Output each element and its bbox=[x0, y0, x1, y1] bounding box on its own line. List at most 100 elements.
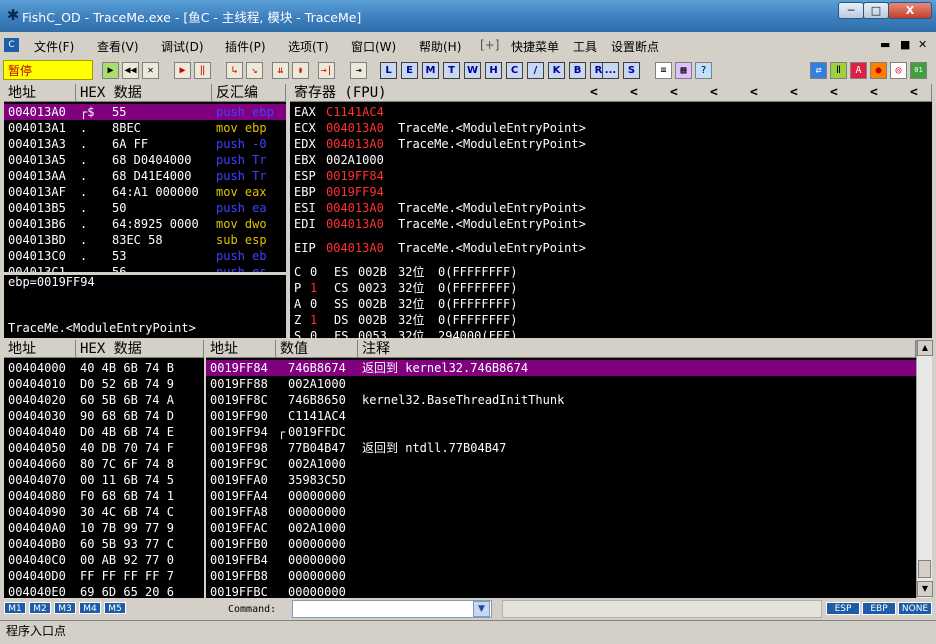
stack-row[interactable]: 0019FF94 ┌ 0019FFDC bbox=[206, 424, 916, 440]
stack-row[interactable]: 0019FFB8 00000000 bbox=[206, 568, 916, 584]
flag-row[interactable]: P 1 CS 0023 32位 0(FFFFFFFF) bbox=[290, 280, 930, 296]
flag-value[interactable]: 0 bbox=[310, 296, 317, 312]
stack-row[interactable]: 0019FFAC 002A1000 bbox=[206, 520, 916, 536]
dump-row[interactable]: 004040A0 10 7B 99 77 9 bbox=[4, 520, 204, 536]
dump-row[interactable]: 00404060 80 7C 6F 74 8 bbox=[4, 456, 204, 472]
trace-into-icon[interactable]: ⇊ bbox=[272, 62, 289, 79]
stack-row[interactable]: 0019FF84 746B8674 返回到 kernel32.746B8674 bbox=[206, 360, 916, 376]
disasm-row[interactable]: 004013A3. 6A FF push -0 bbox=[4, 136, 286, 152]
register-row[interactable]: EDX 004013A0 TraceMe.<ModuleEntryPoint> bbox=[290, 136, 930, 152]
disasm-row[interactable]: 004013B6. 64:8925 0000 mov dwo bbox=[4, 216, 286, 232]
close-button[interactable]: X bbox=[888, 2, 932, 19]
record-icon[interactable]: ● bbox=[870, 62, 887, 79]
register-value[interactable]: C1141AC4 bbox=[326, 104, 384, 120]
col-header-disasm[interactable]: 反汇编 bbox=[212, 84, 286, 102]
dump-row[interactable]: 00404080 F0 68 6B 74 1 bbox=[4, 488, 204, 504]
callstack-window-button[interactable]: K bbox=[548, 62, 565, 79]
register-row[interactable]: EIP 004013A0 TraceMe.<ModuleEntryPoint> bbox=[290, 240, 930, 256]
esp-button[interactable]: ESP bbox=[826, 602, 860, 615]
disasm-row[interactable]: 004013A0 ┌$ 55 push ebp bbox=[4, 104, 286, 120]
menu-plus[interactable]: [+] bbox=[480, 38, 499, 52]
register-value[interactable]: 004013A0 bbox=[326, 120, 384, 136]
open-icon[interactable]: ▶ bbox=[102, 62, 119, 79]
ebp-button[interactable]: EBP bbox=[862, 602, 896, 615]
register-value[interactable]: 004013A0 bbox=[326, 200, 384, 216]
flag-value[interactable]: 0 bbox=[310, 328, 317, 338]
log-window-button[interactable]: L bbox=[380, 62, 397, 79]
register-row[interactable]: EBX 002A1000 bbox=[290, 152, 930, 168]
mdi-close-icon[interactable]: ✕ bbox=[918, 38, 927, 51]
scroll-thumb[interactable] bbox=[918, 560, 931, 578]
m4-button[interactable]: M4 bbox=[79, 602, 101, 614]
disasm-row[interactable]: 004013AA. 68 D41E4000 push Tr bbox=[4, 168, 286, 184]
col-header-hex[interactable]: HEX 数据 bbox=[76, 340, 204, 358]
stack-scrollbar[interactable]: ▲ ▼ bbox=[916, 340, 933, 598]
dump-row[interactable]: 004040D0 FF FF FF FF 7 bbox=[4, 568, 204, 584]
disasm-row[interactable]: 004013A1. 8BEC mov ebp bbox=[4, 120, 286, 136]
bars-icon[interactable]: Ⅱ bbox=[830, 62, 847, 79]
restart-icon[interactable]: ◀◀ bbox=[122, 62, 139, 79]
col-header-address[interactable]: 地址 bbox=[4, 84, 76, 102]
flag-value[interactable]: 1 bbox=[310, 312, 317, 328]
menu-plugins[interactable]: 插件(P) bbox=[225, 38, 266, 55]
handles-window-button[interactable]: H bbox=[485, 62, 502, 79]
flag-row[interactable]: Z 1 DS 002B 32位 0(FFFFFFFF) bbox=[290, 312, 930, 328]
arrow-left-icon[interactable]: < bbox=[710, 85, 718, 100]
windows-window-button[interactable]: W bbox=[464, 62, 481, 79]
none-button[interactable]: NONE bbox=[898, 602, 932, 615]
maximize-button[interactable]: □ bbox=[863, 2, 889, 19]
registers-pane[interactable]: 寄存器 (FPU) < < < < < < < < < EAX C1141AC4 ECX 004013… bbox=[290, 84, 932, 338]
flag-row[interactable]: A 0 SS 002B 32位 0(FFFFFFFF) bbox=[290, 296, 930, 312]
arrow-left-icon[interactable]: < bbox=[830, 85, 838, 100]
step-over-icon[interactable]: ↘ bbox=[246, 62, 263, 79]
minimize-button[interactable]: ─ bbox=[838, 2, 864, 19]
col-header-address[interactable]: 地址 bbox=[4, 340, 76, 358]
dump-row[interactable]: 00404030 90 68 6B 74 D bbox=[4, 408, 204, 424]
trace-over-icon[interactable]: ⇟ bbox=[292, 62, 309, 79]
register-value[interactable]: 0019FF94 bbox=[326, 184, 384, 200]
arrow-left-icon[interactable]: < bbox=[590, 85, 598, 100]
breakpoints-window-button[interactable]: B bbox=[569, 62, 586, 79]
register-row[interactable]: ECX 004013A0 TraceMe.<ModuleEntryPoint> bbox=[290, 120, 930, 136]
source-window-button[interactable]: S bbox=[623, 62, 640, 79]
flag-value[interactable]: 1 bbox=[310, 280, 317, 296]
scroll-up-icon[interactable]: ▲ bbox=[917, 340, 933, 356]
mdi-maximize-icon[interactable]: ■ bbox=[900, 38, 910, 51]
register-value[interactable]: 002A1000 bbox=[326, 152, 384, 168]
stack-row[interactable]: 0019FF9C 002A1000 bbox=[206, 456, 916, 472]
mdi-minimize-icon[interactable]: ▬ bbox=[880, 38, 890, 51]
dump-row[interactable]: 004040B0 60 5B 93 77 C bbox=[4, 536, 204, 552]
m5-button[interactable]: M5 bbox=[104, 602, 126, 614]
arrow-left-icon[interactable]: < bbox=[870, 85, 878, 100]
m1-button[interactable]: M1 bbox=[4, 602, 26, 614]
arrow-left-icon[interactable]: < bbox=[670, 85, 678, 100]
binary-icon[interactable]: 01 bbox=[910, 62, 927, 79]
stack-row[interactable]: 0019FFA0 35983C5D bbox=[206, 472, 916, 488]
register-value[interactable]: 0019FF84 bbox=[326, 168, 384, 184]
flag-row[interactable]: C 0 ES 002B 32位 0(FFFFFFFF) bbox=[290, 264, 930, 280]
stack-row[interactable]: 0019FFB4 00000000 bbox=[206, 552, 916, 568]
disasm-row[interactable]: 004013A5. 68 D0404000 push Tr bbox=[4, 152, 286, 168]
stack-pane[interactable]: 地址 数值 注释 0019FF84 746B8674 返回到 kernel32.74… bbox=[206, 340, 916, 598]
target-icon[interactable]: ◎ bbox=[890, 62, 907, 79]
flag-value[interactable]: 0 bbox=[310, 264, 317, 280]
patches-window-button[interactable]: / bbox=[527, 62, 544, 79]
a-icon[interactable]: A bbox=[850, 62, 867, 79]
arrow-left-icon[interactable]: < bbox=[750, 85, 758, 100]
menu-view[interactable]: 查看(V) bbox=[97, 38, 139, 55]
register-value[interactable]: 004013A0 bbox=[326, 136, 384, 152]
scroll-down-icon[interactable]: ▼ bbox=[917, 581, 933, 597]
menu-breakpoint[interactable]: 设置断点 bbox=[611, 38, 659, 55]
menu-file[interactable]: 文件(F) bbox=[34, 38, 74, 55]
col-header-comment[interactable]: 注释 bbox=[358, 340, 916, 358]
menu-window[interactable]: 窗口(W) bbox=[351, 38, 396, 55]
stack-row[interactable]: 0019FF98 77B04B47 返回到 ntdll.77B04B47 bbox=[206, 440, 916, 456]
stack-row[interactable]: 0019FFB0 00000000 bbox=[206, 536, 916, 552]
register-row[interactable]: ESI 004013A0 TraceMe.<ModuleEntryPoint> bbox=[290, 200, 930, 216]
arrow-left-icon[interactable]: < bbox=[910, 85, 918, 100]
col-header-address[interactable]: 地址 bbox=[206, 340, 276, 358]
threads-window-button[interactable]: T bbox=[443, 62, 460, 79]
stack-row[interactable]: 0019FF8C 746B8650 kernel32.BaseThreadInitT… bbox=[206, 392, 916, 408]
dump-row[interactable]: 00404070 00 11 6B 74 5 bbox=[4, 472, 204, 488]
register-value[interactable]: 004013A0 bbox=[326, 240, 384, 256]
